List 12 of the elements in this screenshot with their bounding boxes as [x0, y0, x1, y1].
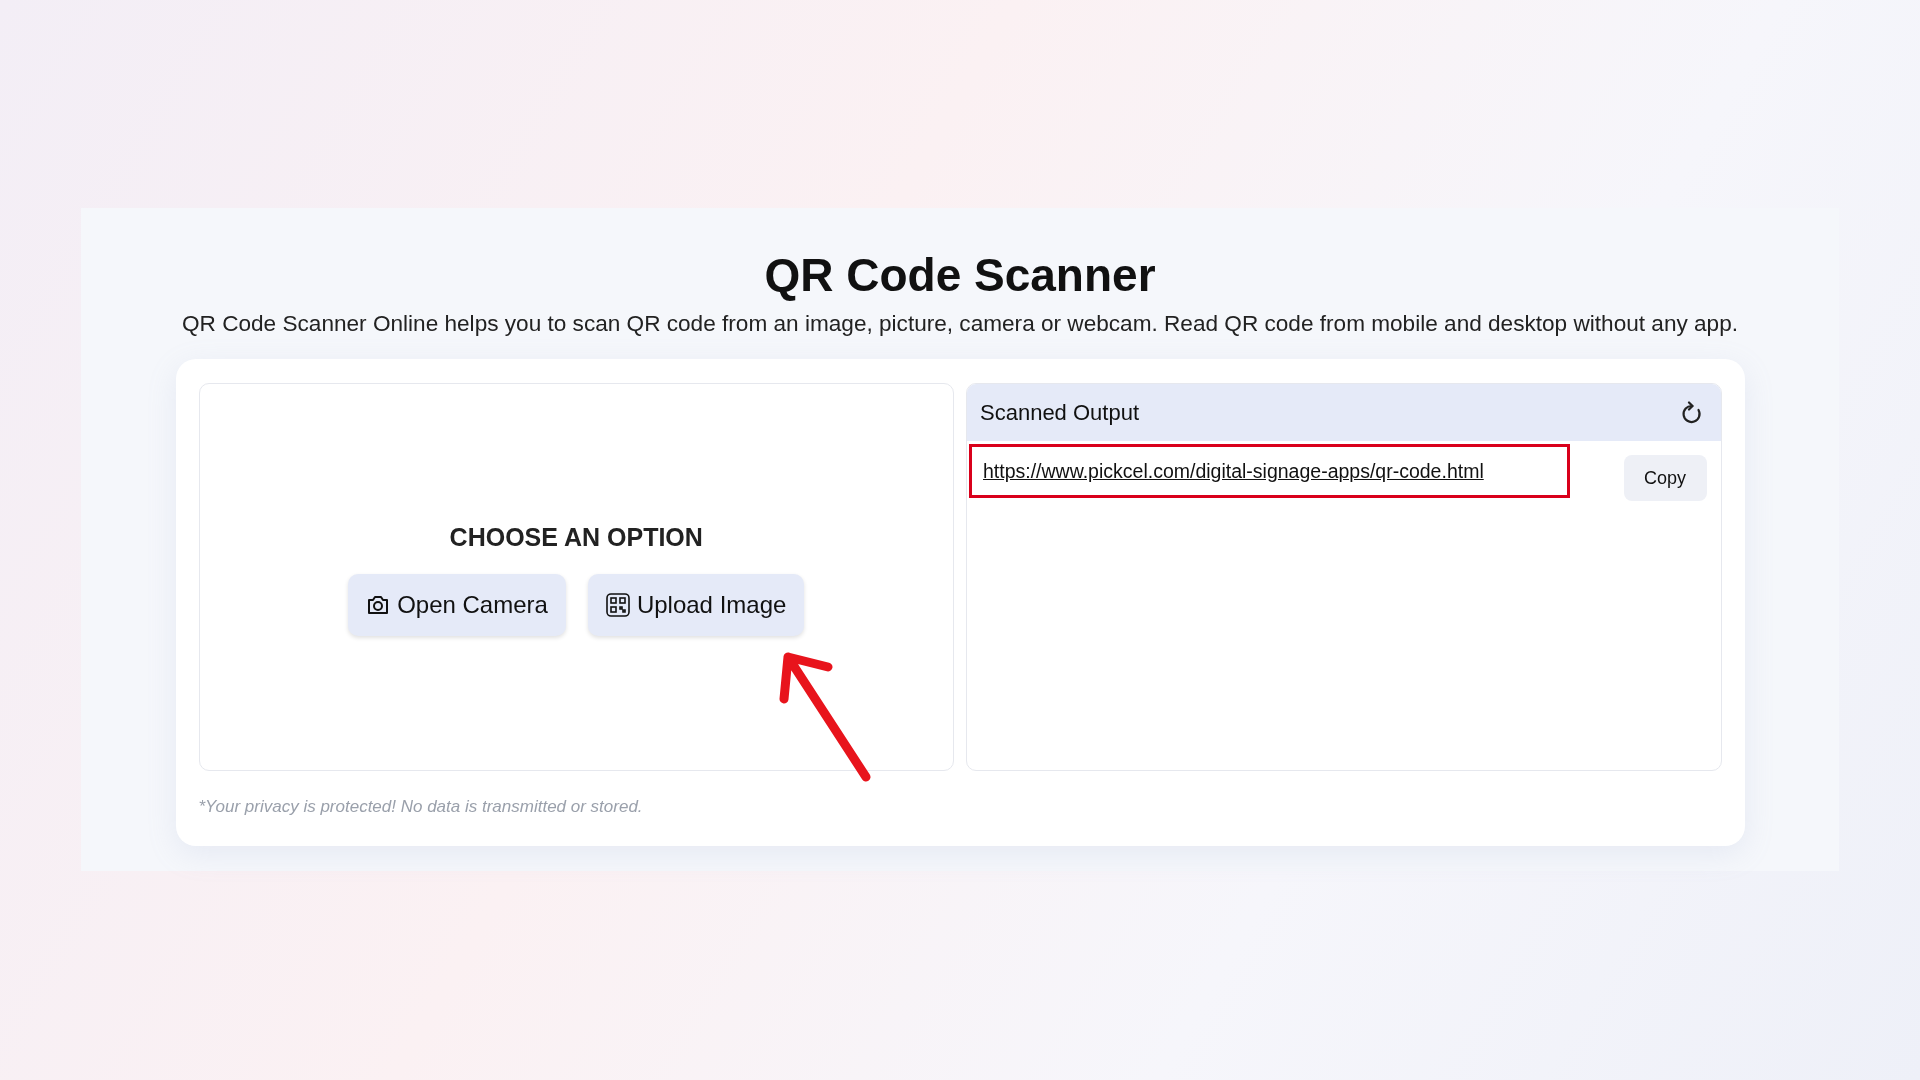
page-description: QR Code Scanner Online helps you to scan QR code from an image, picture, camera or webcam. Read QR code from mobile and desktop without any app. — [182, 311, 1738, 338]
open-camera-button[interactable]: Open Camera — [348, 574, 566, 637]
scanned-link[interactable]: https://www.pickcel.com/digital-signage-apps/qr-code.html — [983, 459, 1484, 483]
output-title: Scanned Output — [980, 399, 1139, 426]
privacy-note: *Your privacy is protected! No data is transmitted or stored. — [198, 797, 644, 818]
option-heading: CHOOSE AN OPTION — [449, 523, 703, 553]
copy-button[interactable]: Copy — [1623, 455, 1707, 502]
qr-code-icon — [605, 593, 630, 618]
page-title: QR Code Scanner — [764, 248, 1156, 303]
camera-icon — [366, 594, 391, 617]
refresh-icon[interactable] — [1680, 400, 1703, 425]
upload-image-button[interactable]: Upload Image — [587, 574, 805, 637]
